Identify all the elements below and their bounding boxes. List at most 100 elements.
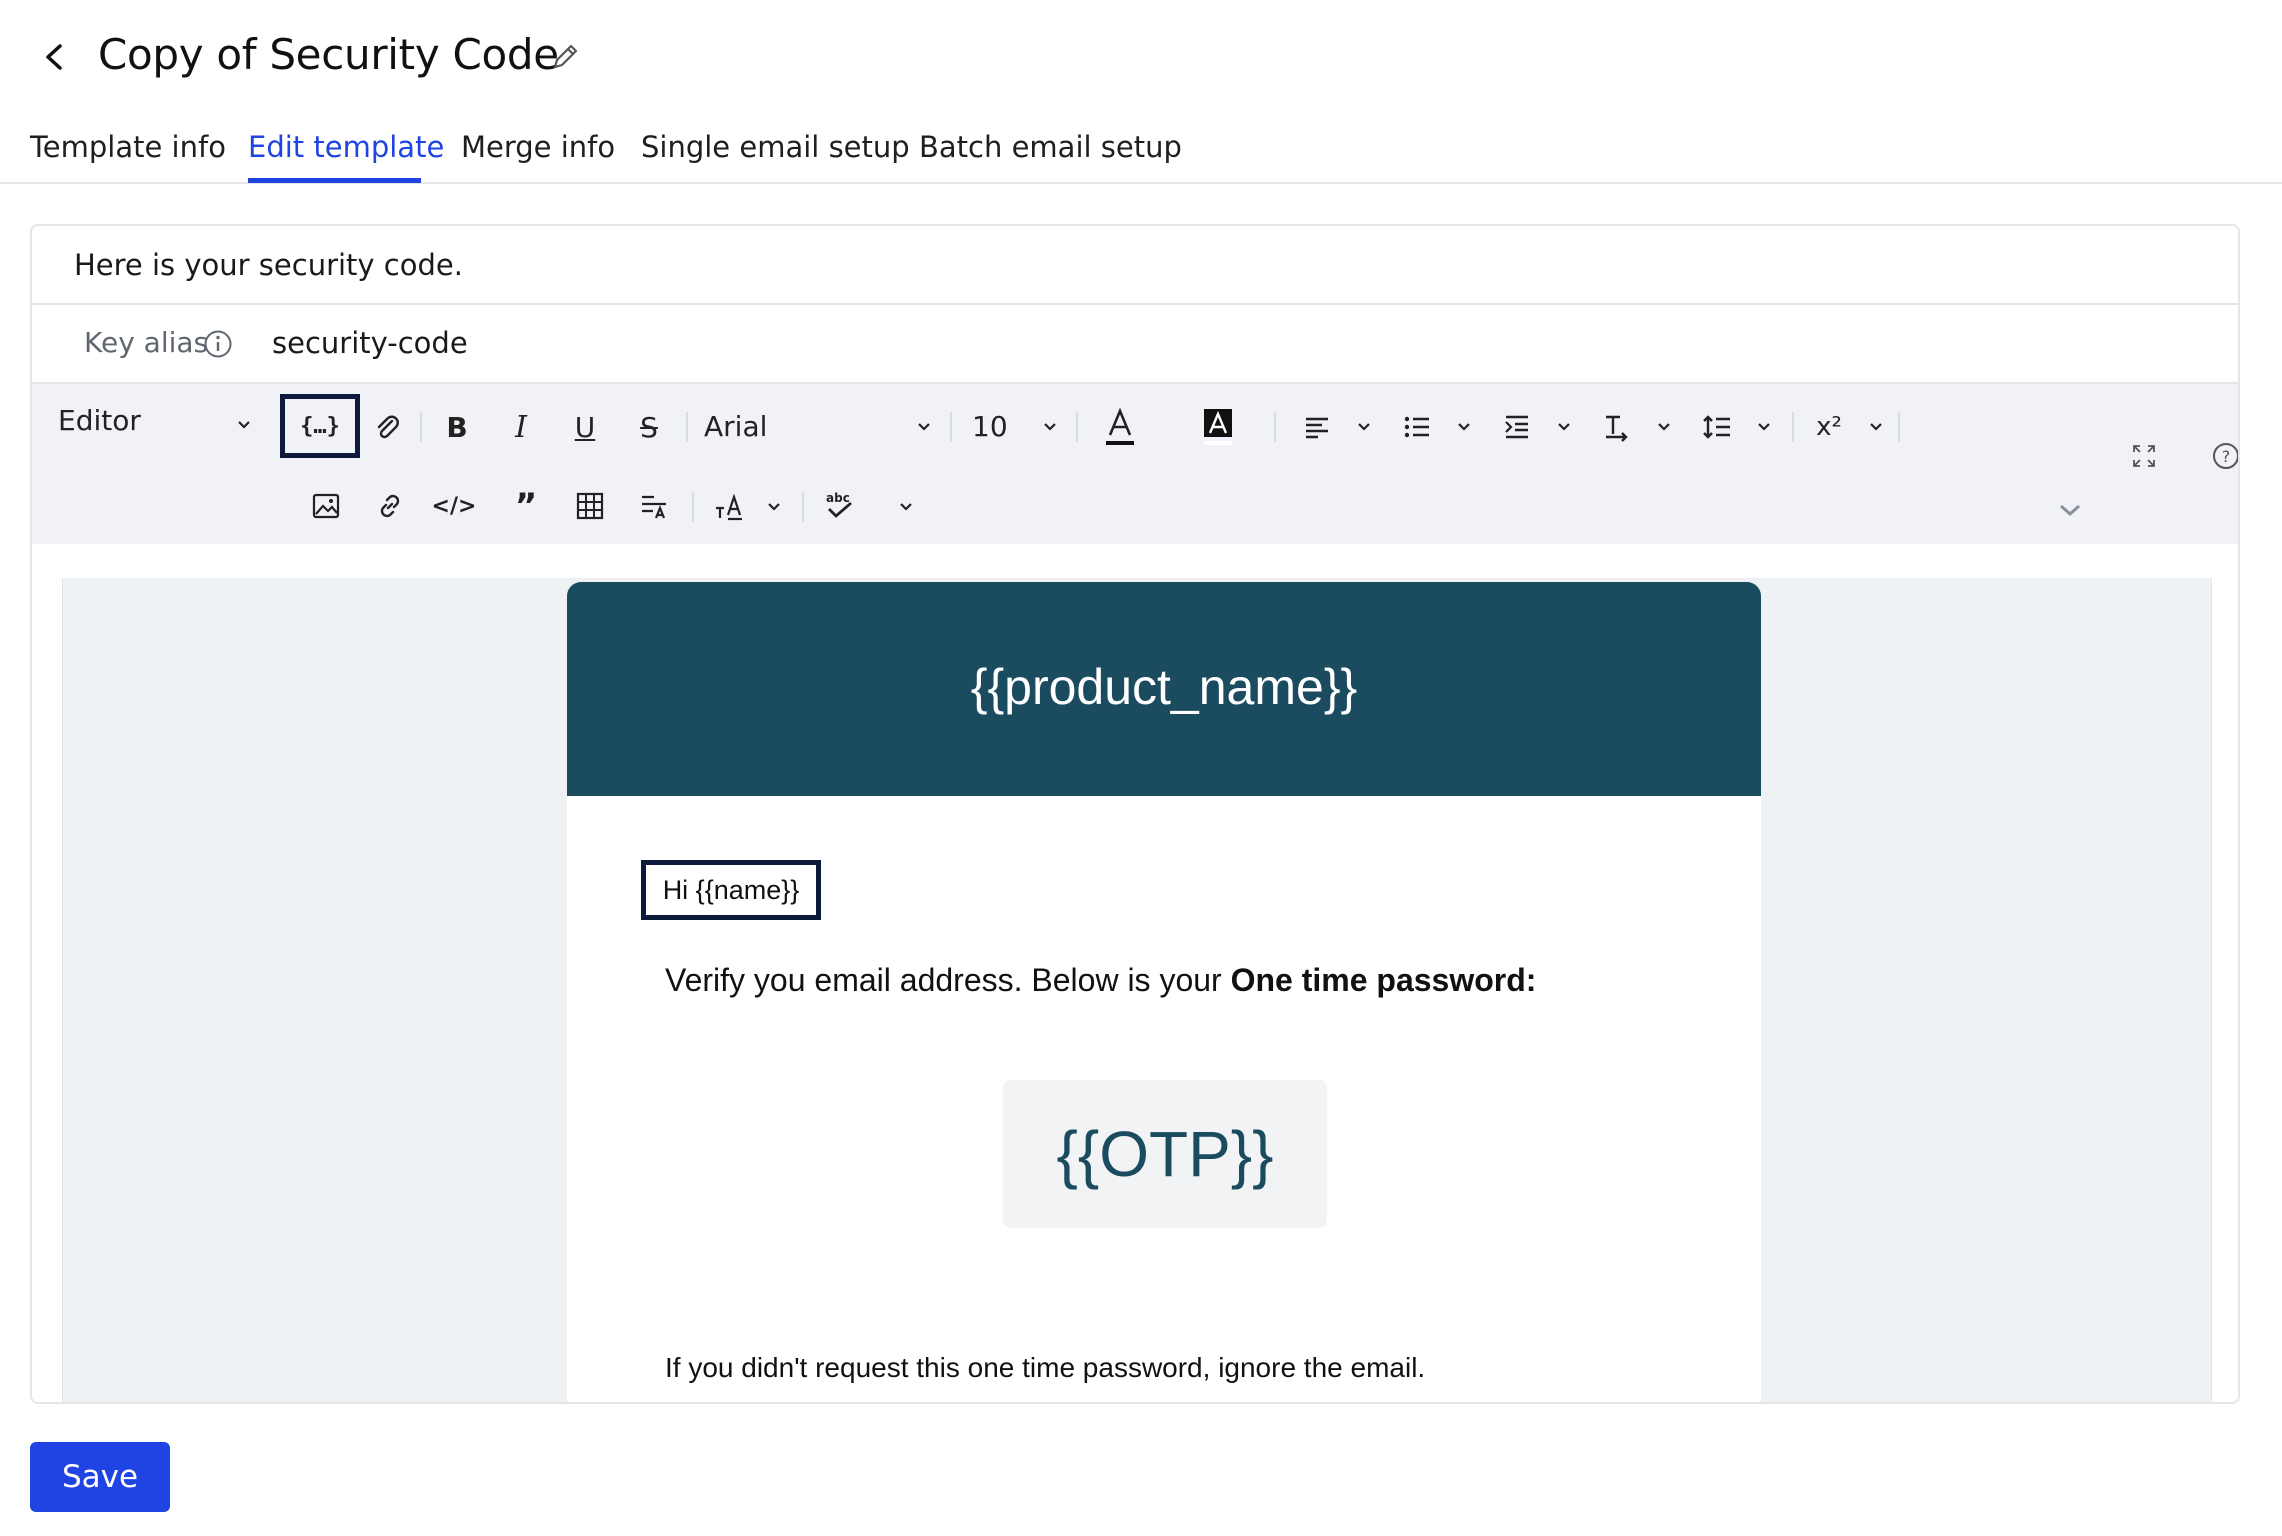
expand-toolbar-button[interactable] [2052, 492, 2088, 528]
subject-field[interactable]: Here is your security code. [74, 248, 463, 282]
chevron-down-icon[interactable] [1452, 414, 1476, 438]
key-alias-label: Key alias [84, 326, 209, 359]
svg-text:abc: abc [826, 491, 850, 505]
text-direction-icon [1606, 415, 1628, 442]
line-height-icon [1703, 415, 1730, 439]
chevron-down-icon[interactable] [1864, 414, 1888, 438]
highlight-color-button[interactable] [1196, 402, 1240, 452]
text-direction-button[interactable] [1596, 406, 1638, 448]
chevron-down-icon[interactable] [1752, 414, 1776, 438]
underline-icon: U [574, 410, 596, 444]
footer-text[interactable]: If you didn't request this one time pass… [665, 1352, 1425, 1384]
help-button[interactable]: ? [2208, 438, 2238, 474]
italic-icon: I [515, 409, 527, 445]
tab-single-email-setup[interactable]: Single email setup [641, 130, 910, 164]
bold-button[interactable]: B [436, 406, 478, 448]
text-format-button[interactable] [634, 486, 674, 526]
attachment-button[interactable] [366, 406, 408, 448]
chevron-down-icon[interactable] [1038, 414, 1062, 438]
insert-table-button[interactable] [570, 486, 610, 526]
indent-button[interactable] [1496, 406, 1538, 448]
chevron-down-icon[interactable] [1352, 414, 1376, 438]
chevron-down-icon[interactable] [894, 494, 918, 518]
italic-button[interactable]: I [500, 406, 542, 448]
save-button[interactable]: Save [30, 1442, 170, 1512]
align-left-icon [1306, 417, 1328, 439]
paperclip-icon [377, 415, 399, 439]
chevron-down-icon[interactable] [1552, 414, 1576, 438]
table-icon [576, 492, 604, 520]
list-button[interactable] [1396, 406, 1438, 448]
email-header-text[interactable]: {{product_name}} [567, 658, 1761, 716]
tab-batch-email-setup[interactable]: Batch email setup [919, 130, 1182, 164]
key-alias-field[interactable]: security-code [272, 326, 468, 360]
tab-merge-info[interactable]: Merge info [461, 130, 615, 164]
toolbar-divider [1792, 412, 1794, 442]
tab-template-info[interactable]: Template info [30, 130, 226, 164]
text-format-icon [642, 495, 666, 519]
strikethrough-button[interactable]: S [628, 406, 670, 448]
line-height-button[interactable] [1696, 406, 1738, 448]
expand-icon [2133, 445, 2155, 467]
strikethrough-icon: S [640, 410, 658, 444]
toolbar-divider [1898, 412, 1900, 442]
chevron-left-icon [46, 44, 62, 70]
divider [32, 303, 2238, 305]
clear-format-button[interactable] [708, 486, 750, 526]
highlight-color-icon [1204, 409, 1232, 445]
template-editor-panel: Here is your security code. Key alias se… [30, 224, 2240, 1404]
spellcheck-icon: abc [826, 491, 852, 518]
insert-link-button[interactable] [370, 486, 410, 526]
toolbar-divider [802, 492, 804, 522]
merge-field-icon: {…} [300, 413, 340, 439]
clear-format-icon [716, 493, 742, 521]
greeting-text[interactable]: Hi {{name}} [641, 860, 821, 920]
code-icon: </> [431, 493, 477, 519]
info-icon[interactable] [202, 328, 234, 360]
toolbar-divider [1076, 412, 1078, 442]
chevron-down-icon[interactable] [232, 412, 256, 436]
underline-button[interactable]: U [564, 406, 606, 448]
otp-box[interactable]: {{OTP}} [1003, 1080, 1327, 1228]
font-color-button[interactable] [1098, 402, 1142, 452]
align-button[interactable] [1296, 406, 1338, 448]
toolbar-divider [692, 492, 694, 522]
bold-icon: B [446, 410, 468, 444]
indent-icon [1505, 415, 1528, 439]
email-body: {{product_name}} Hi {{name}} Verify you … [567, 582, 1761, 1402]
help-icon: ? [2213, 443, 2238, 469]
otp-text: {{OTP}} [1056, 1118, 1274, 1190]
edit-title-button[interactable] [548, 40, 582, 74]
link-icon [380, 494, 400, 518]
superscript-icon: x² [1816, 412, 1842, 442]
verify-text-regular: Verify you email address. Below is your [665, 962, 1231, 998]
toolbar-divider [950, 412, 952, 442]
editor-mode-select[interactable]: Editor [58, 404, 141, 437]
back-button[interactable] [38, 34, 74, 80]
insert-code-button[interactable]: </> [431, 486, 477, 526]
merge-field-button[interactable]: {…} [280, 394, 360, 458]
font-family-select[interactable]: Arial [704, 410, 767, 443]
active-tab-indicator [248, 178, 421, 183]
spellcheck-button[interactable]: abc [818, 484, 862, 526]
svg-text:?: ? [2222, 447, 2231, 466]
superscript-button[interactable]: x² [1808, 406, 1850, 448]
font-color-icon [1106, 407, 1134, 445]
bulleted-list-icon [1404, 416, 1429, 438]
editor-toolbar: Editor {…} B I U S Arial 10 x² </> ” abc… [32, 384, 2238, 544]
tab-edit-template[interactable]: Edit template [248, 130, 444, 164]
chevron-down-icon[interactable] [912, 414, 936, 438]
toolbar-divider [686, 412, 688, 442]
verify-text-bold: One time password: [1230, 962, 1537, 998]
chevron-down-icon[interactable] [1652, 414, 1676, 438]
page-title: Copy of Security Code [98, 30, 559, 79]
insert-image-button[interactable] [306, 486, 346, 526]
fullscreen-button[interactable] [2126, 438, 2162, 474]
font-size-select[interactable]: 10 [972, 410, 1008, 443]
chevron-down-icon[interactable] [762, 494, 786, 518]
chevron-down-icon [2060, 504, 2080, 517]
blockquote-button[interactable]: ” [506, 486, 546, 526]
image-icon [312, 493, 340, 519]
email-canvas: {{product_name}} Hi {{name}} Verify you … [62, 578, 2212, 1402]
verify-text[interactable]: Verify you email address. Below is your … [665, 962, 1536, 999]
